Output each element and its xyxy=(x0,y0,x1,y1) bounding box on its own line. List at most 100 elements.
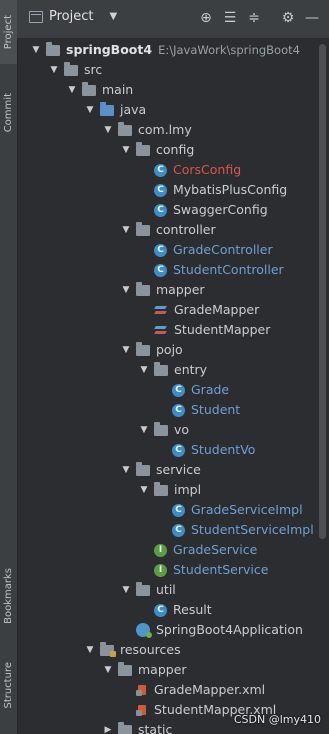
expand-arrow-icon[interactable]: ▼ xyxy=(30,40,42,60)
expand-arrow-icon[interactable]: ▼ xyxy=(138,480,150,500)
expand-arrow-icon[interactable]: ▼ xyxy=(120,460,132,480)
expand-arrow-icon[interactable]: ▼ xyxy=(120,280,132,300)
tree-item-label: StudentServiceImpl xyxy=(191,522,314,537)
tree-item-label: mapper xyxy=(156,282,205,297)
tree-row[interactable]: ▶CStudent xyxy=(17,400,317,420)
tree-item-label: vo xyxy=(174,422,190,437)
expand-arrow-icon[interactable]: ▼ xyxy=(138,420,150,440)
watermark: CSDN @lmy410 xyxy=(233,713,321,726)
folder-icon xyxy=(154,482,168,496)
project-title: Project xyxy=(49,9,94,24)
tree-item-label: main xyxy=(102,82,134,97)
tree-row[interactable]: ▼ service xyxy=(17,460,317,480)
tree-item-label: StudentController xyxy=(173,262,284,277)
collapse-arrow-icon[interactable]: ▶ xyxy=(102,720,114,734)
tree-item-label: Grade xyxy=(191,382,230,397)
tree-item-label: com.lmy xyxy=(138,122,192,137)
tree-item-label: MybatisPlusConfig xyxy=(173,182,288,197)
folder-icon xyxy=(136,582,150,596)
expand-arrow-icon[interactable]: ▼ xyxy=(102,660,114,680)
tree-row[interactable]: ▼ java xyxy=(17,100,317,120)
tree-row[interactable]: ▼ vo xyxy=(17,420,317,440)
folder-icon xyxy=(136,342,150,356)
tree-item-label: config xyxy=(156,142,195,157)
expand-arrow-icon[interactable]: ▼ xyxy=(102,120,114,140)
folder-icon xyxy=(118,722,132,734)
tree-row[interactable]: ▼ util xyxy=(17,580,317,600)
tree-row[interactable]: ▼ controller xyxy=(17,220,317,240)
project-window-icon xyxy=(29,10,43,23)
tab-bookmarks[interactable]: Bookmarks xyxy=(0,560,17,632)
tab-bookmarks-label: Bookmarks xyxy=(3,568,14,624)
tree-item-label: StudentService xyxy=(173,562,269,577)
expand-arrow-icon[interactable]: ▼ xyxy=(48,60,60,80)
xml-file-icon xyxy=(136,704,148,717)
tab-structure-label: Structure xyxy=(3,661,14,709)
expand-arrow-icon[interactable]: ▼ xyxy=(120,220,132,240)
tab-commit[interactable]: Commit xyxy=(0,84,17,142)
tree-row[interactable]: ▶GradeMapper.xml xyxy=(17,680,317,700)
tree-row[interactable]: ▶CMybatisPlusConfig xyxy=(17,180,317,200)
class-icon: C xyxy=(154,183,167,197)
expand-arrow-icon[interactable]: ▼ xyxy=(120,140,132,160)
class-icon: C xyxy=(154,203,167,217)
tree-item-label: StudentVo xyxy=(191,442,256,457)
expand-arrow-icon[interactable]: ▼ xyxy=(66,80,78,100)
expand-arrow-icon[interactable]: ▼ xyxy=(120,580,132,600)
class-icon: C xyxy=(154,243,167,257)
project-view-selector[interactable]: Project ▼ xyxy=(29,9,117,24)
tree-row[interactable]: ▶CResult xyxy=(17,600,317,620)
tree-item-label: Result xyxy=(173,602,212,617)
tree-row[interactable]: ▼ src xyxy=(17,60,317,80)
class-icon: C xyxy=(172,403,185,417)
hide-icon[interactable]: — xyxy=(304,10,320,26)
tree-row[interactable]: ▶CStudentServiceImpl xyxy=(17,520,317,540)
expand-all-icon[interactable]: ≑ xyxy=(246,10,262,26)
folder-icon xyxy=(136,282,150,296)
tree-row[interactable]: ▼ main xyxy=(17,80,317,100)
spring-boot-app-icon xyxy=(136,623,152,638)
collapse-all-icon[interactable]: ☰ xyxy=(222,10,238,26)
tree-row[interactable]: ▼ resources xyxy=(17,640,317,660)
source-folder-icon xyxy=(100,102,114,116)
tree-row[interactable]: ▼ pojo xyxy=(17,340,317,360)
locate-icon[interactable]: ⊕ xyxy=(198,10,214,26)
tree-row[interactable]: ▶GradeMapper xyxy=(17,300,317,320)
tree-item-label: util xyxy=(156,582,176,597)
tree-row[interactable]: ▼ mapper xyxy=(17,660,317,680)
tree-item-label: src xyxy=(84,62,103,77)
tree-row[interactable]: ▼ impl xyxy=(17,480,317,500)
tree-row[interactable]: ▶CGradeServiceImpl xyxy=(17,500,317,520)
tree-row[interactable]: ▶StudentMapper xyxy=(17,320,317,340)
class-icon: C xyxy=(154,603,167,617)
tree-row[interactable]: ▶CSwaggerConfig xyxy=(17,200,317,220)
tree-row[interactable]: ▶IGradeService xyxy=(17,540,317,560)
tree-row[interactable]: ▼ springBoot4 E:\JavaWork\springBoot4 xyxy=(17,40,317,60)
tree-row[interactable]: ▼ entry xyxy=(17,360,317,380)
class-icon: C xyxy=(154,263,167,277)
tree-row[interactable]: ▶CStudentVo xyxy=(17,440,317,460)
tree-row[interactable]: ▶CGrade xyxy=(17,380,317,400)
expand-arrow-icon[interactable]: ▼ xyxy=(120,340,132,360)
expand-arrow-icon[interactable]: ▼ xyxy=(84,640,96,660)
tool-window-strip: Project Commit Bookmarks Structure xyxy=(0,0,18,734)
scrollbar-thumb[interactable] xyxy=(319,44,326,539)
expand-arrow-icon[interactable]: ▼ xyxy=(84,100,96,120)
tree-row[interactable]: ▶CCorsConfig xyxy=(17,160,317,180)
tree-item-label: static xyxy=(138,722,173,734)
xml-file-icon xyxy=(136,684,148,697)
tree-row[interactable]: ▼ mapper xyxy=(17,280,317,300)
tree-row[interactable]: ▶CStudentController xyxy=(17,260,317,280)
tree-item-label: StudentMapper xyxy=(174,322,271,337)
gear-icon[interactable]: ⚙ xyxy=(280,10,296,26)
tree-row[interactable]: ▼ com.lmy xyxy=(17,120,317,140)
tree-row[interactable]: ▼ config xyxy=(17,140,317,160)
tree-item-label: entry xyxy=(174,362,208,377)
tree-row[interactable]: ▶IStudentService xyxy=(17,560,317,580)
tree-row[interactable]: ▶CGradeController xyxy=(17,240,317,260)
tab-structure[interactable]: Structure xyxy=(0,650,17,720)
interface-icon: I xyxy=(154,543,167,557)
expand-arrow-icon[interactable]: ▼ xyxy=(138,360,150,380)
tab-project[interactable]: Project xyxy=(0,0,17,64)
tree-row[interactable]: ▶SpringBoot4Application xyxy=(17,620,317,640)
